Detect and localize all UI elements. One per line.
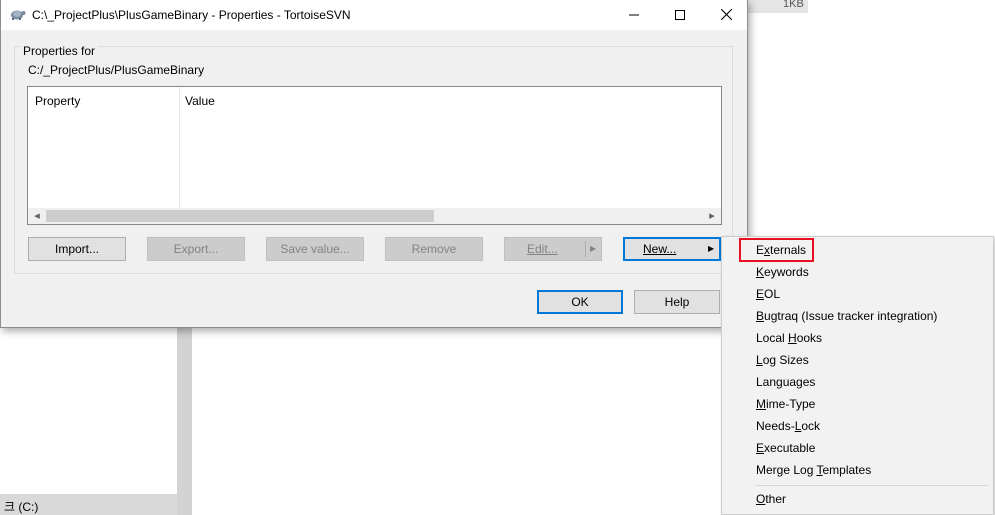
menu-item-eol[interactable]: EOL [756, 283, 780, 305]
menu-item-languages[interactable]: Languages [756, 371, 815, 393]
help-button[interactable]: Help [634, 290, 720, 314]
menu-item-label: Mime-Type [756, 397, 816, 411]
properties-list[interactable]: Property Value ◂ ▸ [27, 86, 722, 225]
menu-item-other[interactable]: Other [756, 488, 786, 510]
remove-button[interactable]: Remove [385, 237, 483, 261]
ok-button[interactable]: OK [537, 290, 623, 314]
maximize-button[interactable] [657, 0, 703, 30]
menu-item-label: Bugtraq (Issue tracker integration) [756, 309, 938, 323]
menu-item-label: EOL [756, 287, 781, 301]
chevron-right-icon[interactable]: ▶ [708, 239, 714, 259]
scrollbar-thumb[interactable] [46, 210, 434, 222]
highlight-annotation [739, 238, 814, 262]
menu-item-keywords[interactable]: Keywords [756, 261, 809, 283]
group-label: Properties for [20, 44, 99, 58]
menu-item-executable[interactable]: Executable [756, 437, 815, 459]
scroll-right-icon[interactable]: ▸ [704, 208, 720, 224]
background-size-text: 1KB [783, 0, 804, 10]
menu-item-label: Merge Log Templates [756, 463, 872, 477]
drive-label: 크 (C:) [4, 500, 39, 514]
column-header-value[interactable]: Value [185, 94, 215, 108]
menu-item-label: Log Sizes [756, 353, 809, 367]
background-nav-pane [0, 328, 177, 515]
maximize-icon [675, 9, 685, 20]
menu-item-label: Local Hooks [756, 331, 823, 345]
menu-item-mime-type[interactable]: Mime-Type [756, 393, 815, 415]
new-property-menu: Externals Keywords EOL Bugtraq (Issue tr… [721, 236, 994, 515]
edit-split-button[interactable]: Edit... ▶ [504, 237, 602, 261]
edit-button-label: Edit... [527, 242, 558, 256]
horizontal-scrollbar[interactable]: ◂ ▸ [28, 208, 721, 224]
title-bar[interactable]: C:\_ProjectPlus\PlusGameBinary - Propert… [1, 0, 747, 30]
export-button[interactable]: Export... [147, 237, 245, 261]
new-button-label: New... [643, 242, 677, 256]
menu-separator [756, 485, 988, 486]
menu-item-label: Needs-Lock [756, 419, 821, 433]
menu-item-log-sizes[interactable]: Log Sizes [756, 349, 809, 371]
menu-item-label: Languages [756, 375, 816, 389]
menu-item-needs-lock[interactable]: Needs-Lock [756, 415, 820, 437]
close-icon [720, 8, 732, 21]
menu-item-label: Executable [756, 441, 816, 455]
column-header-property[interactable]: Property [35, 94, 80, 108]
minimize-icon [629, 14, 639, 16]
working-copy-path: C:/_ProjectPlus/PlusGameBinary [28, 63, 205, 77]
close-button[interactable] [703, 0, 749, 30]
chevron-right-icon[interactable]: ▶ [590, 238, 596, 260]
background-scrollbar[interactable] [177, 328, 192, 515]
background-drive-item[interactable]: 크 (C:) [0, 494, 177, 515]
properties-dialog: C:\_ProjectPlus\PlusGameBinary - Propert… [0, 0, 748, 328]
tortoise-icon [11, 10, 26, 20]
column-divider [179, 87, 180, 208]
import-button[interactable]: Import... [28, 237, 126, 261]
split-separator [585, 241, 586, 257]
menu-item-label: Keywords [756, 265, 809, 279]
minimize-button[interactable] [611, 0, 657, 30]
menu-item-bugtraq[interactable]: Bugtraq (Issue tracker integration) [756, 305, 937, 327]
menu-item-label: Other [756, 492, 787, 506]
window-title: C:\_ProjectPlus\PlusGameBinary - Propert… [32, 8, 351, 22]
scroll-left-icon[interactable]: ◂ [29, 208, 45, 224]
save-value-button[interactable]: Save value... [266, 237, 364, 261]
menu-item-merge-log-templates[interactable]: Merge Log Templates [756, 459, 871, 481]
menu-item-local-hooks[interactable]: Local Hooks [756, 327, 822, 349]
new-split-button[interactable]: New... ▶ [623, 237, 721, 261]
